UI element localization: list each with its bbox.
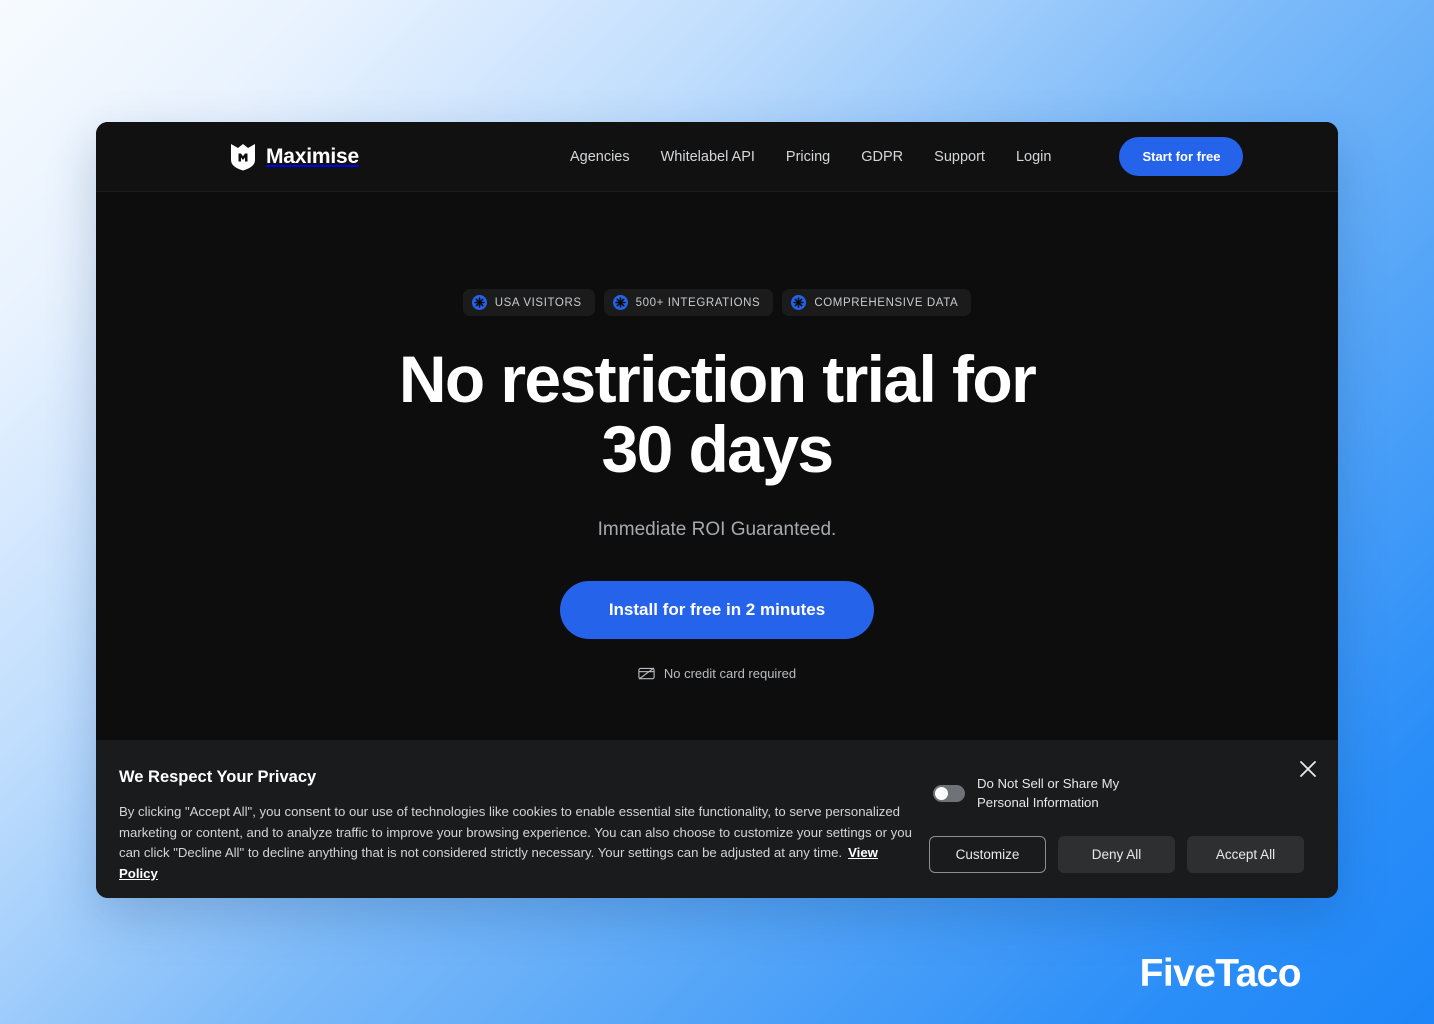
cookie-controls-column: Do Not Sell or Share My Personal Informa… xyxy=(929,768,1304,898)
primary-navigation: Agencies Whitelabel API Pricing GDPR Sup… xyxy=(570,137,1244,176)
cookie-button-group: Customize Deny All Accept All xyxy=(929,836,1304,874)
hero-badge-list: USA VISITORS 500+ INTEGRATIONS COMPREHEN… xyxy=(96,289,1338,316)
nav-link-gdpr[interactable]: GDPR xyxy=(861,149,903,165)
brand-name: Maximise xyxy=(266,144,359,168)
hero-section: USA VISITORS 500+ INTEGRATIONS COMPREHEN… xyxy=(96,192,1338,806)
do-not-sell-label: Do Not Sell or Share My Personal Informa… xyxy=(977,776,1120,811)
badge-label: USA VISITORS xyxy=(494,296,582,309)
cookie-banner-title: We Respect Your Privacy xyxy=(119,768,317,786)
blue-asterisk-icon xyxy=(791,295,807,310)
no-credit-card-label: No credit card required xyxy=(663,665,797,681)
cookie-banner-body-text: By clicking "Accept All", you consent to… xyxy=(119,804,912,861)
cookie-banner-body: By clicking "Accept All", you consent to… xyxy=(119,802,919,884)
blue-asterisk-icon xyxy=(612,295,628,310)
accept-all-button[interactable]: Accept All xyxy=(1187,836,1304,874)
badge-usa-visitors: USA VISITORS xyxy=(462,289,595,316)
nav-link-support[interactable]: Support xyxy=(934,149,985,165)
close-icon xyxy=(1297,758,1319,780)
nav-link-agencies[interactable]: Agencies xyxy=(570,149,630,165)
do-not-sell-toggle[interactable] xyxy=(933,784,965,802)
cookie-consent-banner: We Respect Your Privacy By clicking "Acc… xyxy=(96,740,1338,898)
nav-link-pricing[interactable]: Pricing xyxy=(786,149,830,165)
badge-comprehensive-data: COMPREHENSIVE DATA xyxy=(782,289,972,316)
customize-button[interactable]: Customize xyxy=(929,836,1046,874)
badge-label: COMPREHENSIVE DATA xyxy=(814,296,959,309)
deny-all-button[interactable]: Deny All xyxy=(1058,836,1175,874)
site-navbar: Maximise Agencies Whitelabel API Pricing… xyxy=(96,122,1338,192)
nav-link-whitelabel-api[interactable]: Whitelabel API xyxy=(661,149,755,165)
install-for-free-button[interactable]: Install for free in 2 minutes xyxy=(559,580,875,639)
hero-subheadline: Immediate ROI Guaranteed. xyxy=(597,518,837,540)
hero-headline: No restriction trial for 30 days xyxy=(398,342,1037,486)
no-credit-card-note: No credit card required xyxy=(96,666,1338,681)
brand-logo-link[interactable]: Maximise xyxy=(230,143,359,171)
maximise-shield-m-icon xyxy=(230,143,256,171)
blue-asterisk-icon xyxy=(471,295,487,310)
start-for-free-button[interactable]: Start for free xyxy=(1119,137,1244,176)
no-credit-card-icon xyxy=(638,667,655,680)
website-preview-card: Maximise Agencies Whitelabel API Pricing… xyxy=(96,122,1338,898)
badge-label: 500+ INTEGRATIONS xyxy=(635,296,761,309)
close-cookie-banner-button[interactable] xyxy=(1297,758,1319,780)
badge-integrations: 500+ INTEGRATIONS xyxy=(603,289,774,316)
do-not-sell-row: Do Not Sell or Share My Personal Informa… xyxy=(929,774,1137,812)
nav-link-login[interactable]: Login xyxy=(1016,149,1051,165)
fivetaco-watermark: FiveTaco xyxy=(1139,952,1302,995)
cookie-text-column: We Respect Your Privacy By clicking "Acc… xyxy=(119,768,919,898)
